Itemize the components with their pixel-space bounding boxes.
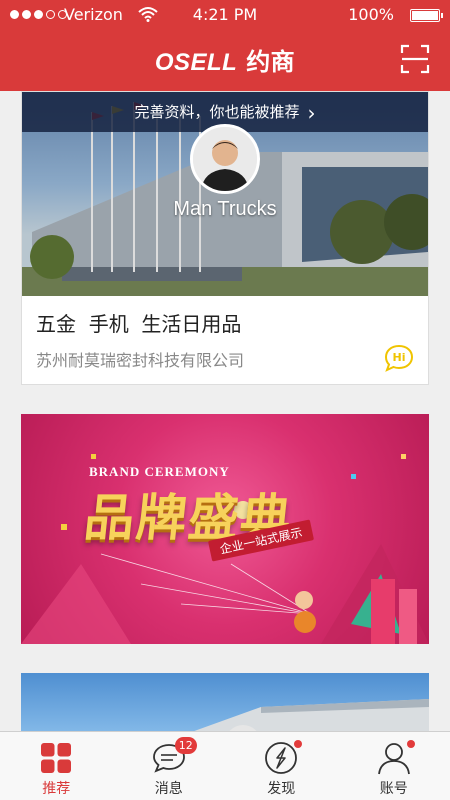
complete-profile-text: 完善资料，你也能被推荐 <box>134 103 300 121</box>
notification-dot <box>406 740 415 748</box>
company-photo: 完善资料，你也能被推荐 › Man Trucks <box>22 92 428 296</box>
card-photo <box>194 699 429 731</box>
svg-text:Hi: Hi <box>393 351 406 364</box>
tab-account[interactable]: 账号 <box>338 732 450 800</box>
tab-label: 消息 <box>154 781 183 797</box>
chevron-right-icon: › <box>307 100 316 125</box>
feed-card-partial[interactable] <box>21 673 429 731</box>
tab-label: 账号 <box>379 781 408 797</box>
tab-label: 发现 <box>267 781 296 797</box>
battery-icon <box>410 9 443 22</box>
tab-label: 推荐 <box>42 781 71 797</box>
grid-icon <box>41 743 72 773</box>
app-logo: OSELL 约商 <box>0 42 450 77</box>
tab-messages[interactable]: 12 消息 <box>113 732 226 800</box>
company-contact-name: Man Trucks <box>173 198 277 220</box>
feed[interactable]: 完善资料，你也能被推荐 › Man Trucks 五金 手机 生活日用品 苏州耐莫… <box>0 91 450 731</box>
unread-badge: 12 <box>174 737 197 754</box>
product-tags: 五金 手机 生活日用品 <box>36 312 242 336</box>
battery-percent: 100% <box>348 5 394 24</box>
tab-discover[interactable]: 发现 <box>225 732 338 800</box>
scan-frame-icon[interactable] <box>400 44 430 74</box>
bottom-tab-bar: 推荐 12 消息 发现 账号 <box>0 731 450 800</box>
company-name: 苏州耐莫瑞密封科技有限公司 <box>36 351 245 370</box>
status-bar: Verizon 4:21 PM 100% <box>0 0 450 30</box>
recommended-company-card[interactable]: 完善资料，你也能被推荐 › Man Trucks 五金 手机 生活日用品 苏州耐莫… <box>21 91 429 385</box>
tab-recommend[interactable]: 推荐 <box>0 732 113 800</box>
notification-dot <box>294 740 303 748</box>
logo-latin: OSELL <box>154 49 238 76</box>
avatar[interactable] <box>190 124 260 194</box>
logo-cn: 约商 <box>246 48 296 76</box>
brand-ceremony-banner[interactable]: BRAND CEREMONY 品牌盛典 企业一站式展示 <box>21 414 429 644</box>
hi-chat-icon[interactable]: Hi <box>384 344 414 372</box>
app-header: Verizon 4:21 PM 100% OSELL 约商 <box>0 0 450 91</box>
